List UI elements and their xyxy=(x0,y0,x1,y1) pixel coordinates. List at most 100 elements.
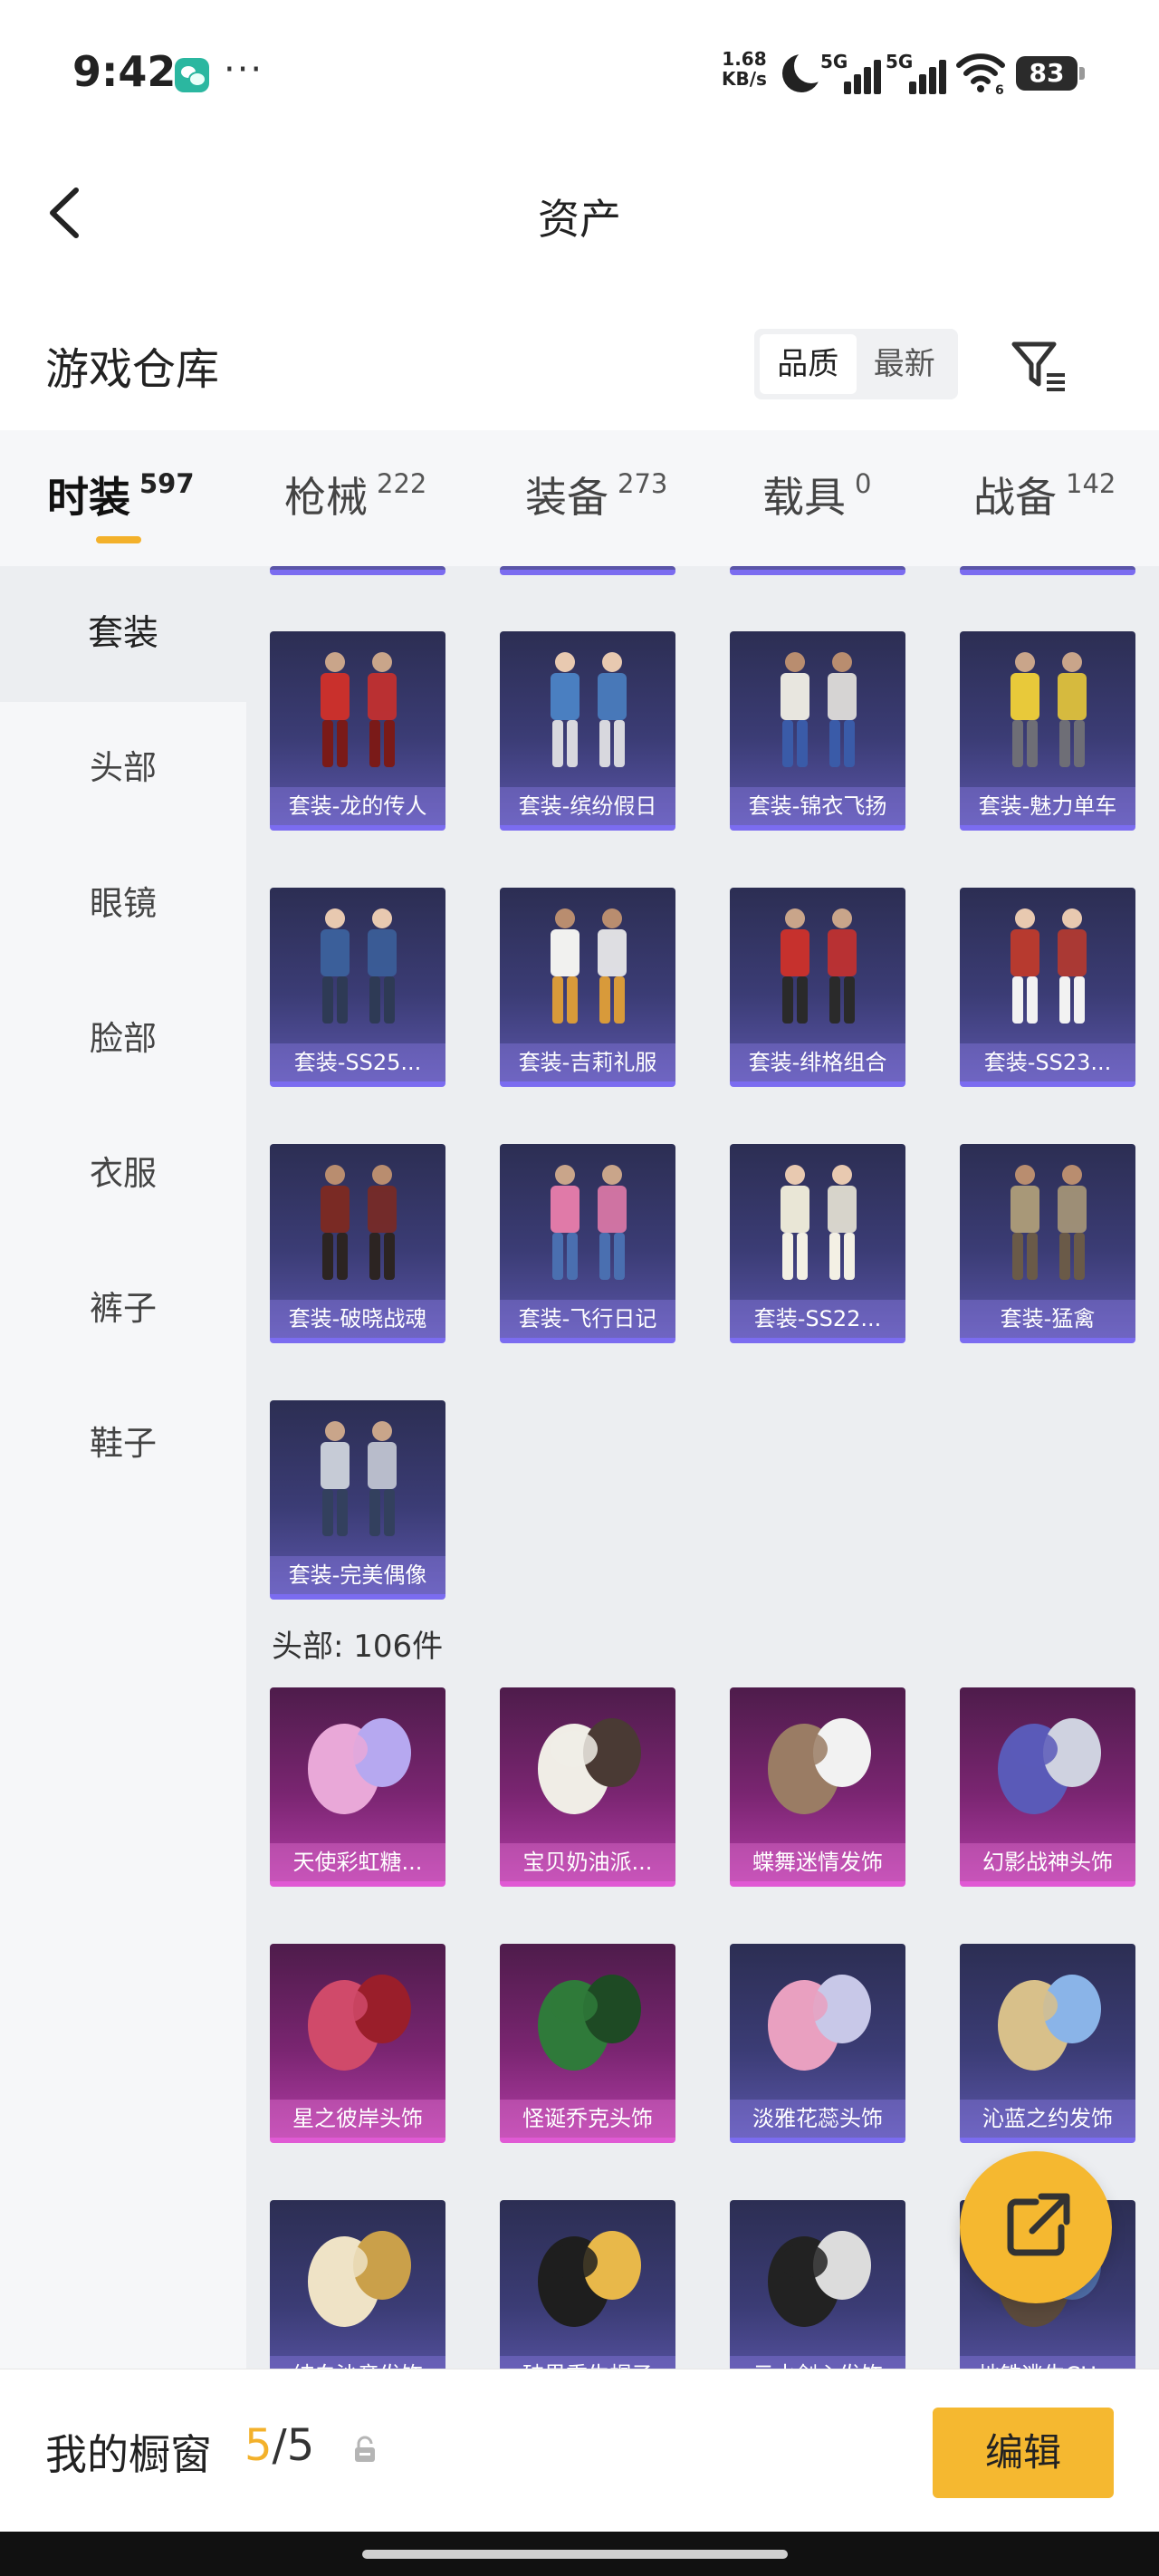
item-name: 沁蓝之约发饰 xyxy=(960,2100,1135,2138)
head-item-card[interactable]: 云水剑心发饰 xyxy=(730,2200,905,2369)
head-item-card[interactable]: 天使彩虹糖... xyxy=(270,1687,445,1887)
head-item-card[interactable]: 纯白沙音发饰 xyxy=(270,2200,445,2369)
sidebar-item-head[interactable]: 头部 xyxy=(0,700,246,836)
outfit-image xyxy=(781,1165,857,1280)
head-item-card[interactable]: 宝贝奶油派... xyxy=(500,1687,675,1887)
item-name: 套装-吉莉礼服 xyxy=(500,1043,675,1081)
nav-header: 资产 xyxy=(0,136,1159,290)
showcase-separator: / xyxy=(272,2420,287,2471)
suit-item-card[interactable]: 套装-龙的传人 xyxy=(270,631,445,831)
headwear-image xyxy=(538,2231,641,2327)
suit-item-card[interactable]: 套装-SS23... xyxy=(960,888,1135,1087)
item-name: 套装-绯格组合 xyxy=(730,1043,905,1081)
sub-category-sidebar: 套装 头部 眼镜 脸部 衣服 裤子 鞋子 xyxy=(0,566,246,2378)
item-name: 套装-SS25... xyxy=(270,1043,445,1081)
sidebar-item-shoes[interactable]: 鞋子 xyxy=(0,1376,246,1512)
sim2-label: 5G xyxy=(886,51,914,72)
outfit-image xyxy=(551,652,627,767)
edit-button[interactable]: 编辑 xyxy=(933,2408,1114,2498)
outfit-image xyxy=(321,652,397,767)
item-name: 套装-魅力单车 xyxy=(960,787,1135,825)
item-name: 套装-飞行日记 xyxy=(500,1300,675,1338)
sort-by-quality[interactable]: 品质 xyxy=(760,334,857,394)
svg-text:6: 6 xyxy=(995,83,1004,94)
suit-item-card[interactable]: 套装-吉莉礼服 xyxy=(500,888,675,1087)
filter-icon[interactable] xyxy=(1007,333,1070,397)
item-grid: 套装-龙的传人 套装-缤纷假日 套装-锦衣飞扬 套装-魅力单车 套装-SS25.… xyxy=(246,566,1159,2369)
tab-vehicles[interactable]: 载具 0 xyxy=(762,465,871,524)
showcase-max: 5 xyxy=(286,2420,315,2471)
tab-gear[interactable]: 战备 142 xyxy=(973,465,1116,524)
headwear-image xyxy=(768,1975,871,2071)
suit-item-card[interactable]: 套装-破晓战魂 xyxy=(270,1144,445,1343)
outfit-image xyxy=(1011,652,1087,767)
outfit-image xyxy=(551,908,627,1024)
item-name: 套装-龙的传人 xyxy=(270,787,445,825)
suit-item-card[interactable]: 套装-猛禽 xyxy=(960,1144,1135,1343)
more-notifications-icon: ··· xyxy=(224,49,264,91)
suit-item-card[interactable]: 套装-魅力单车 xyxy=(960,631,1135,831)
sidebar-item-pants[interactable]: 裤子 xyxy=(0,1241,246,1377)
sidebar-item-glasses[interactable]: 眼镜 xyxy=(0,836,246,972)
outfit-image xyxy=(321,1165,397,1280)
network-speed: 1.68 KB/s xyxy=(722,49,767,89)
item-name: 套装-破晓战魂 xyxy=(270,1300,445,1338)
tab-firearms[interactable]: 枪械 222 xyxy=(284,465,426,524)
head-item-card[interactable]: 星之彼岸头饰 xyxy=(270,1944,445,2143)
head-item-card[interactable]: 破界重生帽子 xyxy=(500,2200,675,2369)
tab-count: 273 xyxy=(618,468,668,499)
showcase-current: 5 xyxy=(244,2420,273,2471)
section-label-head: 头部: 106件 xyxy=(272,1629,444,1665)
item-name: 破界重生帽子 xyxy=(500,2356,675,2369)
wechat-icon xyxy=(175,58,209,92)
item-name: 蝶舞迷情发饰 xyxy=(730,1843,905,1881)
network-speed-unit: KB/s xyxy=(722,68,767,90)
sort-by-newest[interactable]: 最新 xyxy=(857,334,953,394)
sort-toggle: 品质 最新 xyxy=(754,329,958,399)
suit-item-card[interactable]: 套装-SS22... xyxy=(730,1144,905,1343)
outfit-image xyxy=(321,908,397,1024)
outfit-image xyxy=(1011,908,1087,1024)
outfit-image xyxy=(321,1421,397,1536)
item-card-partial[interactable] xyxy=(270,566,445,575)
suit-item-card[interactable]: 套装-飞行日记 xyxy=(500,1144,675,1343)
showcase-label: 我的橱窗 xyxy=(45,2430,212,2479)
item-card-partial[interactable] xyxy=(500,566,675,575)
item-card-partial[interactable] xyxy=(730,566,905,575)
headwear-image xyxy=(538,1718,641,1814)
status-bar: 9:42 ··· 1.68 KB/s 5G 5G 6 83 xyxy=(0,0,1159,136)
sidebar-item-face[interactable]: 脸部 xyxy=(0,971,246,1107)
share-button[interactable] xyxy=(960,2151,1112,2303)
item-name: 套装-SS22... xyxy=(730,1300,905,1338)
item-name: 幻影战神头饰 xyxy=(960,1843,1135,1881)
suit-item-card[interactable]: 套装-缤纷假日 xyxy=(500,631,675,831)
item-name: 套装-猛禽 xyxy=(960,1300,1135,1338)
outfit-image xyxy=(1011,1165,1087,1280)
suit-item-card[interactable]: 套装-绯格组合 xyxy=(730,888,905,1087)
tab-equipment[interactable]: 装备 273 xyxy=(525,465,667,524)
item-name: 宝贝奶油派... xyxy=(500,1843,675,1881)
tab-count: 0 xyxy=(855,468,872,499)
warehouse-header: 游戏仓库 品质 最新 xyxy=(0,308,1159,426)
headwear-image xyxy=(998,1975,1101,2071)
home-indicator xyxy=(0,2532,1159,2576)
head-item-card[interactable]: 蝶舞迷情发饰 xyxy=(730,1687,905,1887)
head-item-card[interactable]: 怪诞乔克头饰 xyxy=(500,1944,675,2143)
item-name: 淡雅花蕊头饰 xyxy=(730,2100,905,2138)
outfit-image xyxy=(781,652,857,767)
sidebar-item-clothes[interactable]: 衣服 xyxy=(0,1106,246,1242)
head-item-card[interactable]: 幻影战神头饰 xyxy=(960,1687,1135,1887)
suit-item-card[interactable]: 套装-锦衣飞扬 xyxy=(730,631,905,831)
head-item-card[interactable]: 淡雅花蕊头饰 xyxy=(730,1944,905,2143)
do-not-disturb-icon xyxy=(782,49,829,92)
sidebar-item-suit[interactable]: 套装 xyxy=(0,566,246,702)
signal-icon-2: 5G xyxy=(886,51,951,94)
suit-item-card[interactable]: 套装-SS25... xyxy=(270,888,445,1087)
item-name: 套装-缤纷假日 xyxy=(500,787,675,825)
tab-fashion[interactable]: 时装 597 xyxy=(47,465,195,524)
signal-icon: 5G xyxy=(820,51,886,94)
suit-item-card[interactable]: 套装-完美偶像 xyxy=(270,1400,445,1600)
showcase-count: 5/5 xyxy=(244,2420,314,2471)
item-card-partial[interactable] xyxy=(960,566,1135,575)
head-item-card[interactable]: 沁蓝之约发饰 xyxy=(960,1944,1135,2143)
